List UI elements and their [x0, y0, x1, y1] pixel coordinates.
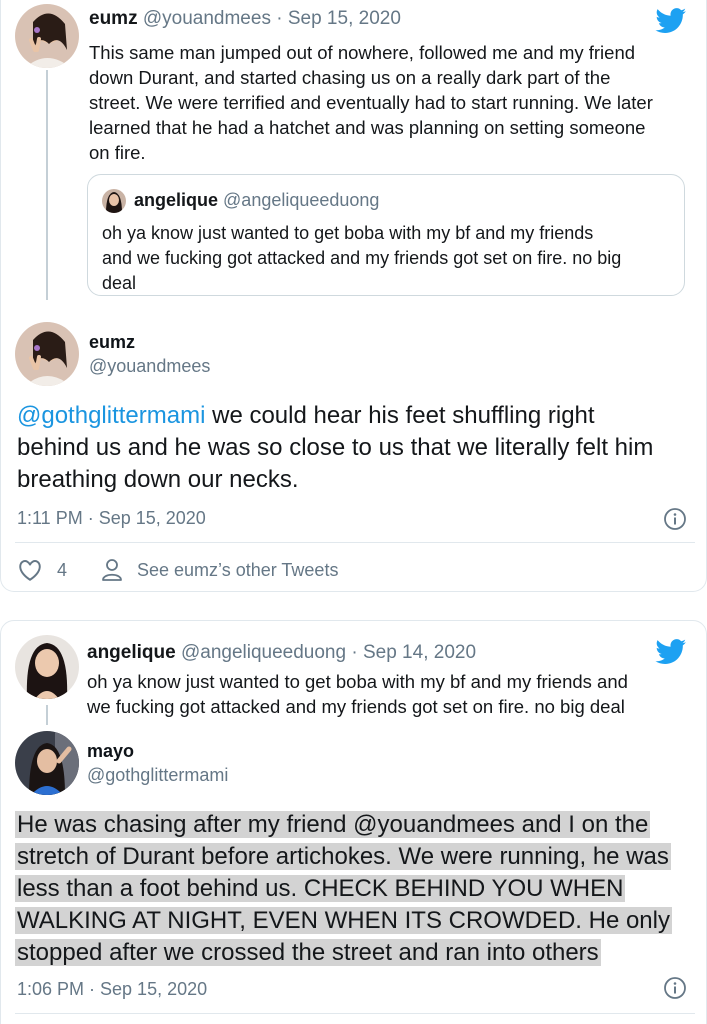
mention-link[interactable]: @gothglittermami — [17, 402, 205, 429]
see-other-tweets-label: See eumz’s other Tweets — [137, 559, 339, 580]
author-name[interactable]: mayo — [87, 741, 134, 762]
tweet-text: This same man jumped out of nowhere, fol… — [89, 40, 689, 165]
heart-icon — [19, 560, 41, 581]
like-action[interactable]: 4 — [17, 558, 67, 582]
tweet-text-line: stopped after we crossed the street and … — [15, 939, 601, 966]
tweet-text-line: WALKING AT NIGHT, EVEN WHEN ITS CROWDED.… — [15, 907, 672, 934]
avatar-angelique-small — [102, 189, 126, 213]
tweet-text: oh ya know just wanted to get boba with … — [87, 669, 697, 719]
tweet-text-line: down Durant, and started chasing us on a… — [89, 67, 611, 88]
author-handle[interactable]: @gothglittermami — [87, 765, 228, 786]
quoted-tweet-text: oh ya know just wanted to get boba with … — [102, 221, 677, 296]
twitter-logo-icon[interactable] — [655, 8, 687, 34]
thread-connector-line — [46, 705, 48, 725]
tweet-text-line: stretch of Durant before artichokes. We … — [15, 843, 671, 870]
separator: · — [351, 642, 358, 663]
tweet-date[interactable]: Sep 15, 2020 — [288, 8, 401, 29]
avatar-eumz-main[interactable] — [15, 322, 79, 386]
tweet-text-line: behind us and he was so close to us that… — [17, 434, 654, 461]
tweet-text-line: breathing down our necks. — [17, 466, 299, 493]
author-handle[interactable]: @youandmees — [143, 8, 271, 29]
quoted-author-handle: @angeliqueeduong — [223, 190, 380, 210]
person-icon — [102, 559, 122, 581]
tweet-text-line: oh ya know just wanted to get boba with … — [87, 671, 628, 692]
tweet-text-line: He was chasing after my friend @youandme… — [15, 811, 651, 838]
avatar-angelique[interactable] — [15, 635, 79, 699]
avatar-mayo[interactable] — [15, 731, 79, 795]
tweet-timestamp[interactable]: 1:11 PM · Sep 15, 2020 — [17, 508, 206, 529]
quoted-text-line: oh ya know just wanted to get boba with … — [102, 223, 594, 243]
like-count: 4 — [57, 559, 68, 580]
quoted-text-line: deal — [102, 273, 137, 293]
tweet-text-line: on fire. — [89, 142, 146, 163]
tweet-date[interactable]: Sep 14, 2020 — [363, 642, 476, 663]
tweet-header: angelique @angeliqueeduong · Sep 14, 202… — [87, 642, 476, 664]
divider — [15, 1013, 695, 1014]
author-name[interactable]: eumz — [89, 8, 138, 29]
tweet-text-line: @gothglittermami we could hear his feet … — [17, 400, 697, 432]
tweet-text-highlighted: He was chasing after my friend @youandme… — [15, 809, 700, 969]
info-icon[interactable] — [663, 976, 687, 1000]
tweet-text-line: This same man jumped out of nowhere, fol… — [89, 42, 636, 63]
tweet-text-line: street. We were terrified and eventually… — [89, 92, 653, 113]
info-icon[interactable] — [663, 507, 687, 531]
quoted-tweet[interactable]: angelique @angeliqueeduong oh ya know ju… — [87, 174, 685, 296]
tweet-text: @gothglittermami we could hear his feet … — [17, 400, 697, 496]
tweet-text-line: we fucking got attacked and my friends g… — [87, 696, 625, 717]
quoted-tweet-header: angelique @angeliqueeduong — [134, 190, 379, 211]
tweet-embed-card-1: eumz @youandmees · Sep 15, 2020 This sam… — [0, 0, 707, 592]
tweet-text-line: learned that he had a hatchet and was pl… — [89, 117, 646, 138]
thread-connector-line — [46, 70, 48, 300]
avatar-eumz[interactable] — [15, 4, 79, 68]
tweet-timestamp[interactable]: 1:06 PM · Sep 15, 2020 — [17, 979, 207, 1000]
tweet-text-line: less than a foot behind us. CHECK BEHIND… — [15, 875, 626, 902]
tweet-header: eumz @youandmees · Sep 15, 2020 — [89, 8, 401, 30]
divider — [15, 542, 695, 543]
separator: · — [276, 8, 283, 29]
tweet-embed-card-2: angelique @angeliqueeduong · Sep 14, 202… — [0, 620, 707, 1024]
twitter-logo-icon[interactable] — [655, 639, 687, 665]
author-name[interactable]: angelique — [87, 642, 176, 663]
author-handle[interactable]: @youandmees — [89, 356, 210, 377]
quoted-text-line: and we fucking got attacked and my frien… — [102, 248, 622, 268]
see-other-tweets-link[interactable]: See eumz’s other Tweets — [101, 558, 338, 582]
tweet-text-fragment: we could hear his feet shuffling right — [205, 402, 595, 429]
quoted-author-name: angelique — [134, 190, 219, 210]
author-name[interactable]: eumz — [89, 332, 135, 353]
author-handle[interactable]: @angeliqueeduong — [181, 642, 346, 663]
